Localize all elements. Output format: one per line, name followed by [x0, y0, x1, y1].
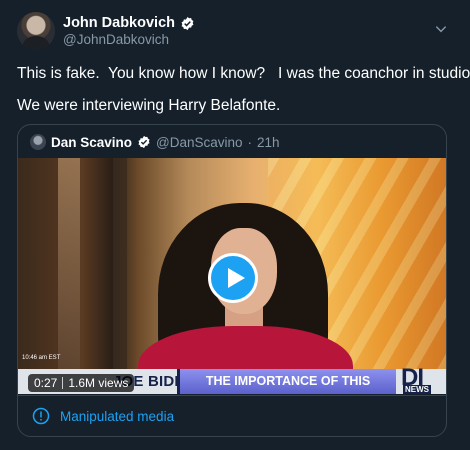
manipulated-media-link[interactable]: Manipulated media [60, 409, 174, 424]
pill-divider [62, 377, 64, 389]
video-player[interactable]: 10:46 am EST JOE BIDEN THE IMPORTANCE OF… [18, 158, 446, 394]
ticker-headline: THE IMPORTANCE OF THIS ELECTION [177, 369, 396, 394]
author-row: John Dabkovich [63, 14, 195, 32]
quoted-tweet[interactable]: Dan Scavino @DanScavino · 21h 10:46 am E… [17, 124, 447, 437]
quoted-tweet-header: Dan Scavino @DanScavino · 21h [30, 133, 280, 151]
quoted-avatar[interactable] [30, 134, 46, 150]
news-logo: DI NEWS [401, 364, 441, 394]
tweet: John Dabkovich @JohnDabkovich This is fa… [0, 0, 470, 450]
verified-badge-icon [138, 135, 150, 149]
ticker-timestamp: 10:46 am EST [22, 355, 61, 361]
author-handle[interactable]: @JohnDabkovich [63, 32, 169, 47]
video-stats-pill: 0:27 1.6M views [28, 374, 135, 392]
avatar[interactable] [17, 12, 55, 50]
tweet-text-line-2: We were interviewing Harry Belafonte. [17, 97, 281, 114]
verified-badge-icon [181, 16, 194, 30]
video-duration: 0:27 [34, 376, 58, 390]
news-logo-sub: NEWS [403, 385, 431, 394]
video-views: 1.6M views [68, 376, 129, 390]
chevron-down-icon[interactable] [434, 22, 448, 36]
info-icon [32, 407, 50, 425]
studio-background [113, 158, 127, 388]
tweet-text-line-1: This is fake. You know how I know? I was… [17, 65, 470, 82]
manipulated-media-notice[interactable]: Manipulated media [18, 395, 446, 436]
quoted-timestamp[interactable]: 21h [257, 135, 280, 150]
play-icon[interactable] [208, 253, 258, 303]
dot-separator: · [247, 134, 253, 150]
author-name[interactable]: John Dabkovich [63, 15, 175, 31]
quoted-author-name[interactable]: Dan Scavino [51, 135, 132, 150]
quoted-author-handle[interactable]: @DanScavino [156, 135, 243, 150]
studio-background [58, 158, 80, 388]
